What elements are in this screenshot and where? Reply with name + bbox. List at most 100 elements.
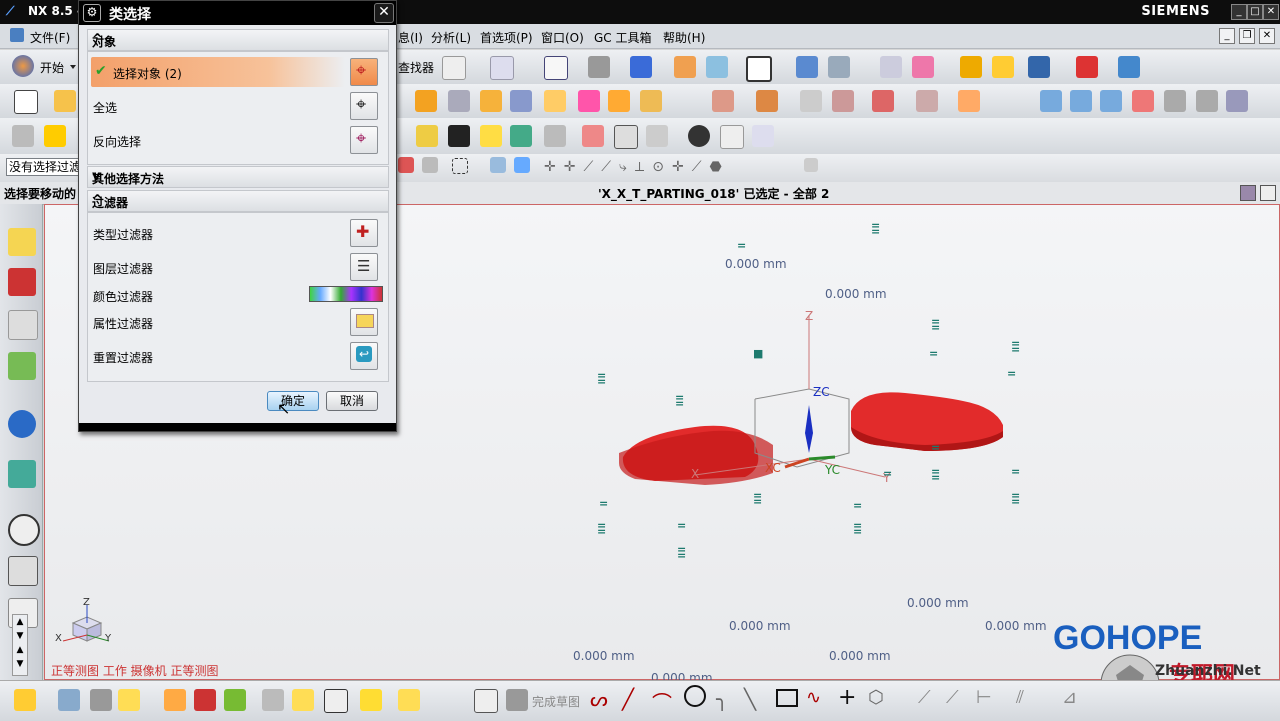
sketch-icon[interactable]	[14, 689, 36, 711]
grid-icon[interactable]	[614, 125, 638, 149]
finish-sketch-label[interactable]: 完成草图	[532, 693, 580, 710]
chevron-up-icon[interactable]: ^	[92, 193, 382, 208]
sweep-icon[interactable]	[608, 90, 630, 112]
arrow-icon[interactable]	[1028, 56, 1050, 78]
offset-curve-icon[interactable]: ⫽	[1016, 687, 1024, 708]
extend-icon[interactable]: ⟋	[946, 687, 959, 708]
arc-icon[interactable]: ⌒	[652, 687, 672, 716]
patch-icon[interactable]	[1100, 90, 1122, 112]
cube-icon[interactable]	[630, 56, 652, 78]
chevron-up-icon[interactable]: ^	[92, 32, 382, 47]
constraints-icon[interactable]: ⊿	[1062, 687, 1077, 708]
part-navigator-icon[interactable]	[8, 310, 38, 340]
doc-close-button[interactable]: ✕	[1259, 28, 1275, 44]
menu-help[interactable]: 帮助(H)	[663, 29, 705, 46]
menu-analysis[interactable]: 分析(L)	[431, 29, 471, 46]
extrude-icon[interactable]	[544, 90, 566, 112]
grid-surface-icon[interactable]	[1070, 90, 1092, 112]
chevron-down-icon[interactable]	[70, 65, 76, 69]
explode-icon[interactable]	[360, 689, 382, 711]
constraint-icon[interactable]	[510, 125, 532, 147]
block-icon[interactable]	[480, 90, 502, 112]
circle-icon[interactable]	[684, 685, 706, 707]
close-button[interactable]: ✕	[1263, 4, 1279, 20]
menu-information[interactable]: 息(I)	[398, 29, 423, 46]
finder-label[interactable]: 查找器	[398, 59, 434, 76]
open-icon[interactable]	[54, 90, 76, 112]
tool-icon[interactable]	[544, 125, 566, 147]
window-icon[interactable]	[646, 125, 668, 147]
sew-icon[interactable]	[1132, 90, 1154, 112]
chamfer-icon[interactable]: ╲	[744, 687, 756, 711]
point-icon[interactable]: +	[838, 685, 856, 710]
dimension-label[interactable]: 0.000 mm	[725, 257, 787, 271]
ok-button[interactable]: 确定	[267, 391, 319, 411]
measure-icon[interactable]	[1076, 56, 1098, 78]
surface-icon[interactable]	[415, 90, 437, 112]
body-icon[interactable]	[510, 90, 532, 112]
background-icon[interactable]	[746, 56, 772, 82]
type-filter-button[interactable]: ✚	[350, 219, 378, 247]
document-icon[interactable]	[752, 125, 774, 147]
status-icon[interactable]	[1240, 185, 1256, 201]
select-icon[interactable]	[398, 157, 414, 173]
web-browser-icon[interactable]	[8, 460, 36, 488]
rectangle-icon[interactable]	[776, 689, 798, 707]
menu-window[interactable]: 窗口(O)	[541, 29, 584, 46]
blend-icon[interactable]	[640, 90, 662, 112]
assembly-icon[interactable]	[480, 125, 502, 147]
start-button[interactable]: 开始	[40, 59, 64, 76]
edit-icon[interactable]	[1164, 90, 1186, 112]
hd3d-icon[interactable]	[8, 410, 36, 438]
dimension-label[interactable]: 0.000 mm	[985, 619, 1047, 633]
dimension-label[interactable]: 0.000 mm	[829, 649, 891, 663]
attribute-filter-button[interactable]	[350, 308, 378, 336]
constraint-icon[interactable]	[164, 689, 186, 711]
layer-filter-button[interactable]: ☰	[350, 253, 378, 281]
sketch-plane-icon[interactable]	[474, 689, 498, 713]
table-icon[interactable]	[880, 56, 902, 78]
film-icon[interactable]	[448, 125, 470, 147]
orient-view-icon[interactable]	[442, 56, 466, 80]
menu-gc-toolbox[interactable]: GC 工具箱	[594, 29, 652, 46]
filters-section-header[interactable]: 过滤器 ^	[87, 190, 389, 212]
offset-icon[interactable]	[872, 90, 894, 112]
analysis-icon[interactable]	[1196, 90, 1218, 112]
cylinder-icon[interactable]	[720, 125, 744, 149]
dimension-label[interactable]: 0.000 mm	[907, 596, 969, 610]
wave-icon[interactable]	[262, 689, 284, 711]
doc-restore-button[interactable]: ❐	[1239, 28, 1255, 44]
snap-icon[interactable]	[960, 56, 982, 78]
color-filter-swatch[interactable]	[309, 286, 383, 302]
combine-icon[interactable]	[756, 90, 778, 112]
shaded-icon[interactable]	[588, 56, 610, 78]
menu-preferences[interactable]: 首选项(P)	[480, 29, 533, 46]
assembly-load-icon[interactable]	[58, 689, 80, 711]
type-filter-select[interactable]: 没有选择过滤	[6, 158, 80, 176]
reset-filter-button[interactable]: ↩	[350, 342, 378, 370]
clip-icon[interactable]	[398, 689, 420, 711]
dimension-label[interactable]: 0.000 mm	[825, 287, 887, 301]
view-icon[interactable]	[706, 56, 728, 78]
rectangle-select-icon[interactable]	[452, 158, 468, 174]
select-object-row[interactable]: ✔ 选择对象 (2)	[91, 57, 345, 87]
solid-filter-icon[interactable]	[490, 157, 506, 173]
arrange-icon[interactable]	[224, 689, 246, 711]
make-corner-icon[interactable]: ⊢	[976, 687, 992, 708]
chart-icon[interactable]	[416, 125, 438, 147]
lightning-icon[interactable]	[992, 56, 1014, 78]
other-methods-section-header[interactable]: 其他选择方法 v	[87, 166, 389, 188]
mate-icon[interactable]	[194, 689, 216, 711]
line-icon[interactable]: ╱	[622, 687, 634, 711]
invert-selection-button[interactable]: ⌖	[350, 126, 378, 154]
eye-icon[interactable]	[688, 125, 710, 147]
maximize-button[interactable]: □	[1247, 4, 1263, 20]
studio-spline-icon[interactable]: ∿	[806, 687, 821, 708]
ruler-icon[interactable]	[1118, 56, 1140, 78]
body-filter-icon[interactable]	[514, 157, 530, 173]
wcs-icon[interactable]	[912, 56, 934, 78]
profile-icon[interactable]: ᔕ	[590, 687, 608, 711]
fit-icon[interactable]	[544, 56, 568, 80]
person-icon[interactable]	[582, 125, 604, 147]
shell-icon[interactable]	[958, 90, 980, 112]
